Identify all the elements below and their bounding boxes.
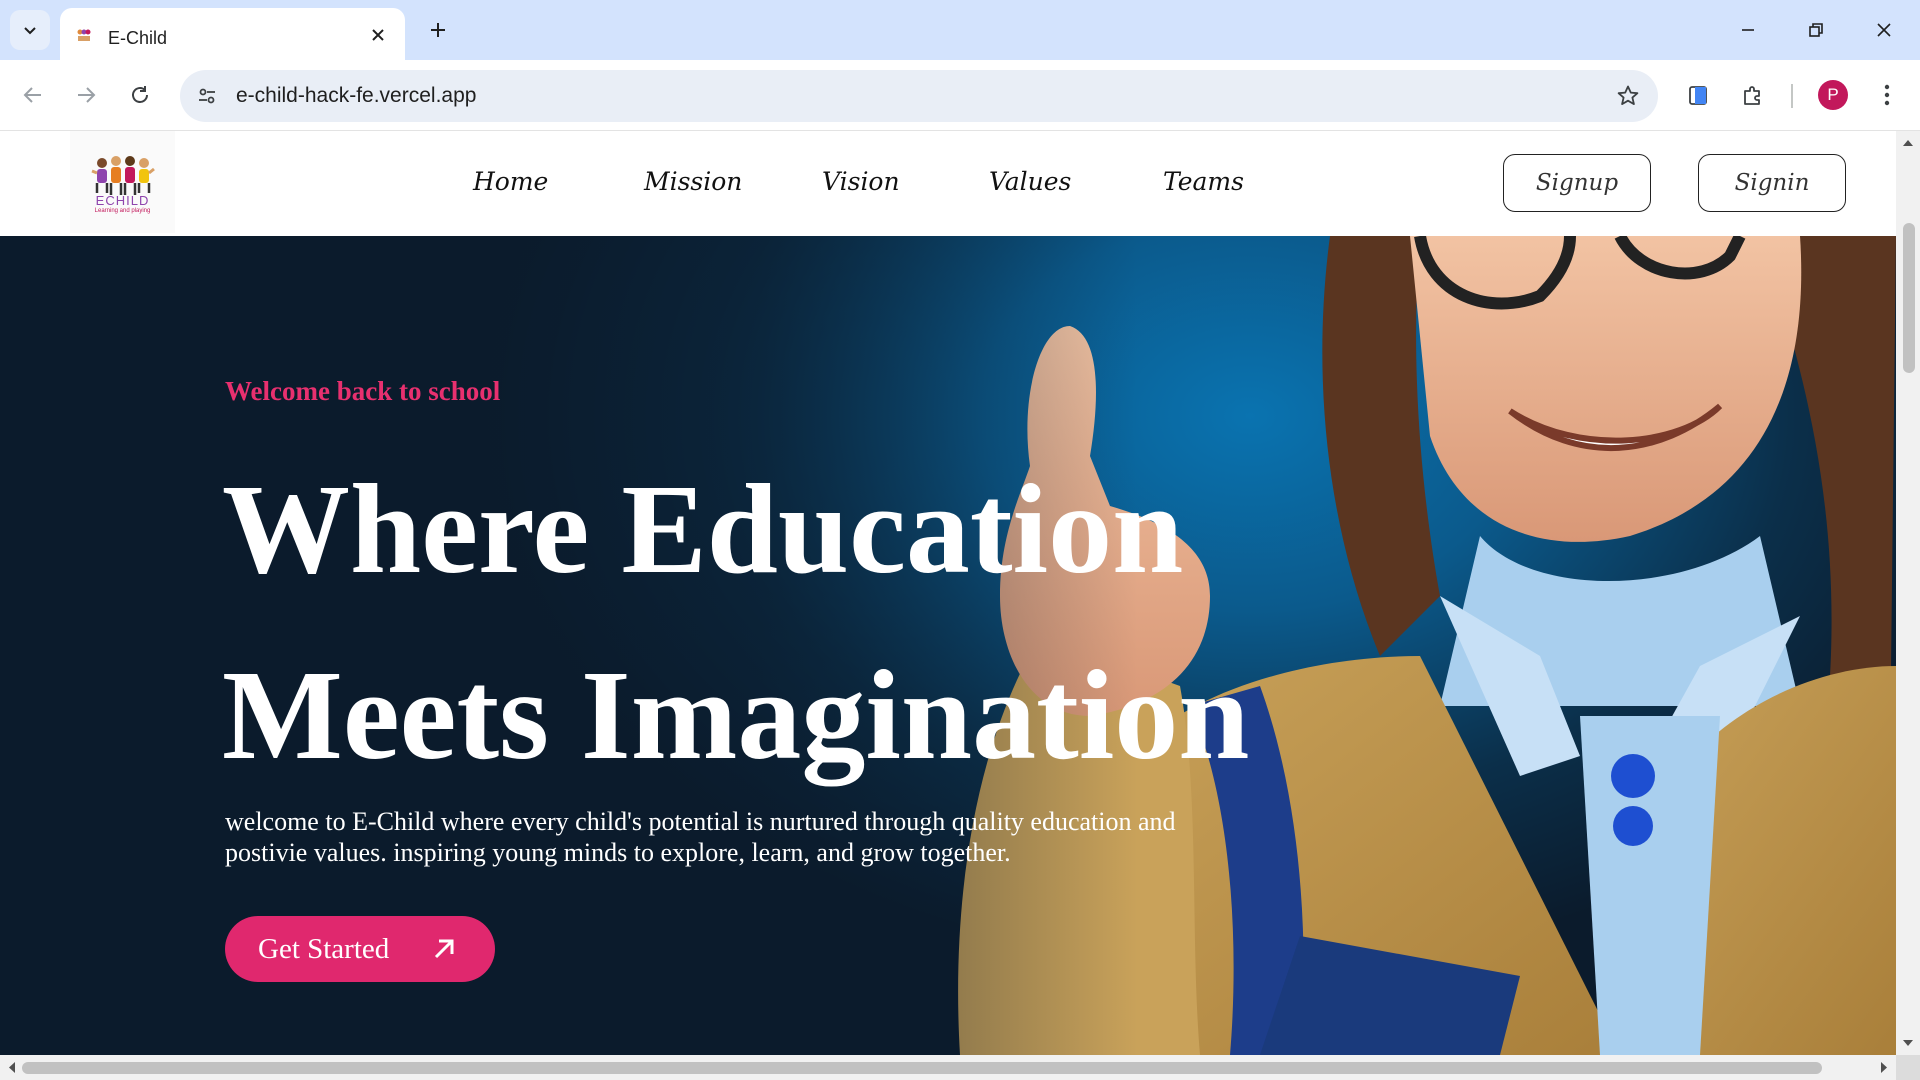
site-logo[interactable]: ECHILD Learning and playing [70, 131, 175, 233]
vertical-scroll-thumb[interactable] [1903, 223, 1915, 373]
horizontal-scrollbar[interactable] [0, 1055, 1896, 1080]
reload-button[interactable] [121, 76, 159, 114]
hero-description: welcome to E-Child where every child's p… [225, 807, 1176, 867]
extensions-button[interactable] [1734, 76, 1772, 114]
active-tab[interactable]: E-Child [60, 8, 405, 60]
back-button[interactable] [14, 76, 52, 114]
url-text[interactable]: e-child-hack-fe.vercel.app [236, 84, 476, 108]
restore-icon [1809, 23, 1823, 37]
signin-button[interactable]: Signin [1698, 154, 1846, 212]
tune-icon [199, 88, 215, 104]
reading-mode-icon [1689, 86, 1707, 105]
plus-icon [431, 23, 445, 37]
hero-eyebrow: Welcome back to school [225, 376, 501, 406]
page-viewport: ECHILD Learning and playing Home Mission… [0, 131, 1896, 1055]
bookmark-button[interactable] [1614, 82, 1642, 110]
arrow-left-icon [23, 87, 41, 103]
profile-avatar[interactable]: P [1818, 80, 1848, 110]
star-icon [1617, 85, 1639, 105]
arrow-right-icon [78, 87, 96, 103]
nav-vision[interactable]: Vision [822, 167, 900, 196]
scroll-right-icon [1881, 1062, 1887, 1073]
horizontal-scroll-thumb[interactable] [22, 1062, 1822, 1074]
restore-button[interactable] [1794, 10, 1838, 50]
site-info-button[interactable] [192, 81, 222, 111]
minimize-icon [1742, 29, 1754, 31]
tab-title: E-Child [108, 28, 168, 48]
get-started-label: Get Started [258, 932, 390, 965]
get-started-button[interactable]: Get Started [225, 916, 495, 982]
arrow-up-right-icon [434, 939, 454, 959]
toolbar-separator [1791, 84, 1793, 108]
forward-button[interactable] [67, 76, 105, 114]
tab-strip: E-Child [0, 0, 1920, 60]
tab-search-button[interactable] [10, 10, 50, 50]
more-vert-icon [1884, 84, 1890, 106]
scroll-down-icon [1903, 1040, 1913, 1046]
close-icon [1877, 23, 1891, 37]
headline-line-2: Meets Imagination [222, 644, 1250, 786]
address-bar[interactable]: e-child-hack-fe.vercel.app [180, 70, 1658, 122]
close-icon [372, 29, 384, 41]
scrollbar-corner [1896, 1055, 1920, 1080]
close-window-button[interactable] [1862, 10, 1906, 50]
minimize-button[interactable] [1726, 10, 1770, 50]
nav-values[interactable]: Values [989, 167, 1071, 196]
site-header: ECHILD Learning and playing Home Mission… [0, 131, 1896, 236]
nav-home[interactable]: Home [473, 167, 548, 196]
nav-teams[interactable]: Teams [1163, 167, 1244, 196]
browser-menu-button[interactable] [1868, 76, 1906, 114]
new-tab-button[interactable] [422, 14, 454, 46]
signup-button[interactable]: Signup [1503, 154, 1651, 212]
headline-line-1: Where Education [222, 458, 1184, 600]
reading-mode-button[interactable] [1679, 76, 1717, 114]
reload-icon [132, 86, 148, 103]
hero-headline: Where Education Meets Imagination [222, 436, 1422, 808]
favicon-icon [77, 29, 91, 41]
puzzle-icon [1744, 86, 1760, 105]
browser-toolbar: e-child-hack-fe.vercel.app P [0, 60, 1920, 131]
hero-section: Welcome back to school Where Education M… [0, 236, 1896, 1055]
tab-close-button[interactable] [365, 22, 391, 48]
vertical-scrollbar[interactable] [1896, 131, 1920, 1055]
logo-tagline: Learning and playing [94, 207, 151, 214]
scroll-up-icon [1903, 140, 1913, 146]
chevron-down-icon [24, 27, 36, 35]
children-logo-icon [90, 155, 155, 195]
scroll-left-icon [9, 1062, 15, 1073]
nav-mission[interactable]: Mission [644, 167, 742, 196]
logo-wordmark: ECHILD [95, 192, 150, 208]
